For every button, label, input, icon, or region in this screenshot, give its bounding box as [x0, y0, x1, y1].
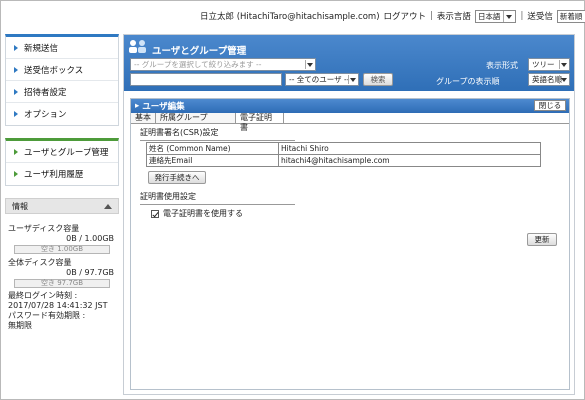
csr-table: 姓名 (Common Name) Hitachi Shiro 連絡先Email …: [146, 142, 541, 167]
sidebar-nav: 新規送信 送受信ボックス 招待者設定 オプション: [5, 34, 119, 126]
arrow-right-icon: [14, 148, 18, 155]
last-login-value: 2017/07/28 14:41:32 JST: [8, 301, 108, 310]
display-format-label: 表示形式: [486, 61, 518, 70]
sidebar-item-inbox[interactable]: 送受信ボックス: [6, 59, 118, 81]
table-cell-value: hitachi4@hitachisample.com: [278, 154, 541, 167]
arrow-right-icon: [14, 171, 18, 177]
user-disk-value: 0B / 1.00GB: [66, 234, 114, 243]
logout-link[interactable]: ログアウト: [384, 10, 427, 22]
info-title: 情報: [12, 201, 28, 211]
search-input[interactable]: [130, 73, 282, 86]
user-filter-value: -- 全てのユーザ --: [289, 75, 350, 84]
tab-certificate[interactable]: 電子証明書: [236, 113, 284, 132]
group-filter-select[interactable]: -- グループを選択して絞り込みます --: [130, 58, 316, 71]
table-row: 連絡先Email hitachi4@hitachisample.com: [146, 154, 541, 167]
arrow-right-icon: [14, 66, 18, 73]
sidebar-item-label: ユーザとグループ管理: [24, 147, 109, 158]
checkbox-checked-icon[interactable]: [151, 209, 159, 218]
total-disk-bar: 空き 97.7GB: [14, 279, 110, 288]
search-button[interactable]: 検索: [363, 73, 393, 86]
chevron-down-icon: [305, 60, 314, 69]
user-edit-header: ▸ ユーザ編集 閉じる: [131, 99, 569, 113]
sidebar-item-usage-history[interactable]: ユーザ利用履歴: [6, 163, 118, 185]
table-cell-key: 連絡先Email: [146, 154, 279, 167]
checkbox-label: 電子証明書を使用する: [163, 209, 243, 218]
language-select-value: 日本語: [477, 11, 501, 21]
close-button[interactable]: 閉じる: [534, 100, 566, 111]
sidebar-item-label: 新規送信: [24, 43, 59, 54]
chevron-down-icon: [503, 10, 513, 22]
sidebar-item-options[interactable]: オプション: [6, 103, 118, 125]
chevron-down-icon: [559, 60, 568, 69]
total-disk-value: 0B / 97.7GB: [66, 268, 114, 277]
sidebar-item-label: 招待者設定: [24, 87, 67, 98]
sidebar-item-invitee[interactable]: 招待者設定: [6, 81, 118, 103]
group-order-value: 英語名順: [532, 75, 562, 84]
password-expiry-label: パスワード有効期限 :: [8, 311, 86, 320]
user-disk-label: ユーザディスク容量: [8, 224, 80, 233]
group-order-label: グループの表示順: [436, 77, 500, 86]
info-panel: ユーザディスク容量 0B / 1.00GB 空き 1.00GB 全体ディスク容量…: [5, 214, 119, 331]
table-row: 姓名 (Common Name) Hitachi Shiro: [146, 142, 541, 155]
user-group-icon: [129, 40, 146, 53]
last-login-label: 最終ログイン時刻 :: [8, 291, 78, 300]
chevron-down-icon: [559, 75, 568, 84]
separator: |: [430, 11, 433, 21]
collapse-icon: [104, 203, 112, 209]
display-format-value: ツリー: [532, 60, 555, 69]
arrow-right-icon: [14, 44, 18, 51]
user-disk-bar: 空き 1.00GB: [14, 245, 110, 254]
user-filter-select[interactable]: -- 全てのユーザ --: [285, 73, 359, 86]
password-expiry-value: 無期限: [8, 321, 32, 330]
use-section-title: 証明書使用設定: [140, 191, 295, 205]
user-edit-title: ユーザ編集: [142, 102, 185, 112]
sidebar-admin-nav: ユーザとグループ管理 ユーザ利用履歴: [5, 138, 119, 186]
group-filter-placeholder: -- グループを選択して絞り込みます --: [134, 60, 262, 69]
display-format-select[interactable]: ツリー: [528, 58, 570, 71]
sidebar-item-new-send[interactable]: 新規送信: [6, 37, 118, 59]
issue-button[interactable]: 発行手続きへ: [148, 171, 206, 184]
user-edit-panel: ▸ ユーザ編集 閉じる 基本 所属グループ 電子証明書 証明書署名(CSR)設定…: [130, 98, 570, 390]
page-title: ユーザとグループ管理: [152, 46, 247, 57]
use-certificate-checkbox[interactable]: 電子証明書を使用する: [151, 208, 243, 219]
arrow-right-icon: [14, 88, 18, 95]
sidebar-item-label: ユーザ利用履歴: [24, 170, 84, 180]
language-select[interactable]: 日本語: [474, 9, 517, 23]
sort-select[interactable]: 新着順: [556, 9, 585, 23]
table-cell-value: Hitachi Shiro: [278, 142, 541, 155]
tab-bar: 基本 所属グループ 電子証明書: [131, 113, 569, 132]
sidebar-item-user-group[interactable]: ユーザとグループ管理: [6, 141, 118, 163]
chevron-down-icon: [348, 75, 357, 84]
sidebar: 新規送信 送受信ボックス 招待者設定 オプション ユーザとグループ管理 ユーザ利…: [5, 34, 119, 395]
main-header: ユーザとグループ管理 -- グループを選択して絞り込みます -- -- 全てのユ…: [124, 35, 574, 91]
caret-icon: ▸: [135, 101, 140, 111]
csr-section-title: 証明書署名(CSR)設定: [140, 127, 295, 141]
sidebar-item-label: オプション: [24, 110, 67, 120]
table-cell-key: 姓名 (Common Name): [146, 142, 279, 155]
sender-label: 送受信: [527, 12, 553, 22]
tab-groups[interactable]: 所属グループ: [156, 113, 236, 123]
separator: |: [520, 11, 524, 21]
top-bar: 日立太郎 (HitachiTaro@hitachisample.com) ログア…: [200, 8, 585, 24]
sidebar-item-label: 送受信ボックス: [24, 65, 84, 76]
group-order-select[interactable]: 英語名順: [528, 73, 570, 86]
main-panel: ユーザとグループ管理 -- グループを選択して絞り込みます -- -- 全てのユ…: [123, 34, 575, 395]
update-button[interactable]: 更新: [527, 233, 557, 246]
info-panel-header[interactable]: 情報: [5, 198, 119, 214]
arrow-right-icon: [14, 111, 18, 117]
total-disk-label: 全体ディスク容量: [8, 258, 72, 267]
current-user: 日立太郎 (HitachiTaro@hitachisample.com): [200, 12, 380, 22]
language-label: 表示言語: [436, 12, 471, 22]
sort-select-value: 新着順: [559, 11, 583, 21]
tab-basic[interactable]: 基本: [131, 113, 156, 123]
